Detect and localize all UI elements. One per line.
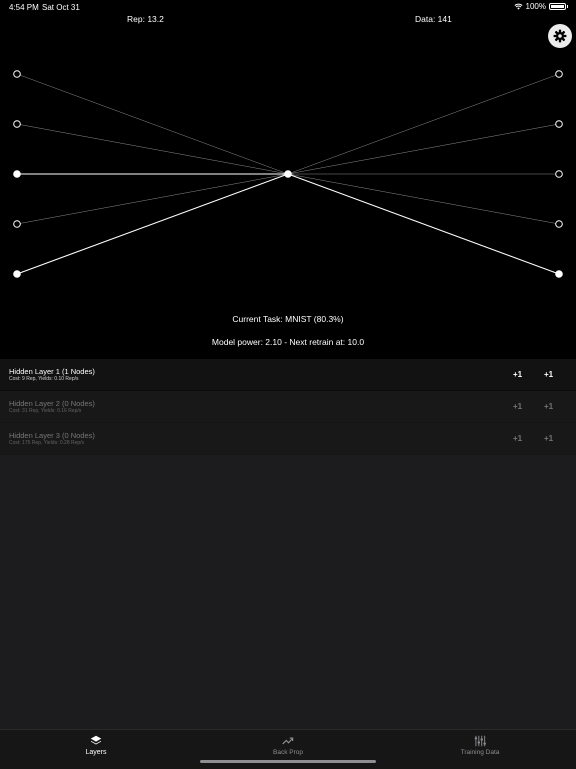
layer-cost: Cost: 31 Rep, Yields: 0.16 Rep/s [9, 408, 82, 414]
output-edge [287, 123, 560, 175]
model-power-label: Model power: 2.10 - Next retrain at: 10.… [211, 337, 365, 347]
status-right: 100% [514, 2, 568, 11]
status-bar: 4:54 PM Sat Oct 31 100% [0, 0, 576, 14]
tab-bar: Layers Back Prop Training Data [0, 729, 576, 769]
add-node-button[interactable]: +1 [510, 368, 525, 381]
status-time: 4:54 PM [9, 3, 39, 12]
output-node [555, 270, 563, 278]
input-node [13, 220, 21, 228]
wifi-icon [514, 3, 523, 10]
layer-row-2: Hidden Layer 2 (0 Nodes) Cost: 31 Rep, Y… [0, 391, 576, 423]
input-edge [16, 123, 289, 175]
output-node [555, 170, 563, 178]
trend-icon [282, 737, 294, 745]
input-edge [16, 173, 289, 275]
output-node [555, 70, 563, 78]
home-indicator [200, 760, 376, 763]
layer-row-1: Hidden Layer 1 (1 Nodes) Cost: 9 Rep, Yi… [0, 359, 576, 391]
tab-label: Back Prop [273, 749, 303, 756]
output-node [555, 220, 563, 228]
tab-layers[interactable]: Layers [56, 734, 136, 756]
input-node [13, 170, 21, 178]
layers-icon [90, 735, 102, 745]
input-edge [16, 73, 289, 175]
input-node [13, 120, 21, 128]
output-edge [287, 173, 560, 275]
battery-icon [549, 3, 568, 10]
status-date: Sat Oct 31 [42, 3, 80, 12]
add-node-button-secondary[interactable]: +1 [541, 432, 556, 445]
current-task-label: Current Task: MNIST (80.3%) [232, 314, 344, 324]
layers-list: Hidden Layer 1 (1 Nodes) Cost: 9 Rep, Yi… [0, 359, 576, 455]
input-edge [16, 173, 289, 225]
network-canvas: Rep: 13.2 Data: 141 Current Task: MNIST … [0, 14, 576, 359]
layer-title: Hidden Layer 1 (1 Nodes) [9, 367, 95, 376]
layer-title: Hidden Layer 3 (0 Nodes) [9, 431, 95, 440]
add-node-button-secondary[interactable]: +1 [541, 400, 556, 413]
input-node [13, 270, 21, 278]
tab-back-prop[interactable]: Back Prop [248, 734, 328, 756]
hidden-node [284, 170, 292, 178]
tab-label: Layers [85, 749, 107, 756]
layer-title: Hidden Layer 2 (0 Nodes) [9, 399, 95, 408]
add-node-button[interactable]: +1 [510, 400, 525, 413]
layer-row-3: Hidden Layer 3 (0 Nodes) Cost: 175 Rep, … [0, 423, 576, 455]
output-edge [287, 73, 560, 175]
tab-label: Training Data [460, 749, 500, 756]
tab-training-data[interactable]: Training Data [440, 734, 520, 756]
add-node-button[interactable]: +1 [510, 432, 525, 445]
input-node [13, 70, 21, 78]
network-diagram [13, 70, 563, 278]
add-node-button-secondary[interactable]: +1 [541, 368, 556, 381]
layer-cost: Cost: 9 Rep, Yields: 0.10 Rep/s [9, 376, 79, 382]
layer-cost: Cost: 175 Rep, Yields: 0.28 Rep/s [9, 440, 85, 446]
battery-percent: 100% [525, 2, 546, 11]
sliders-icon [474, 735, 486, 747]
output-node [555, 120, 563, 128]
output-edge [287, 173, 560, 225]
